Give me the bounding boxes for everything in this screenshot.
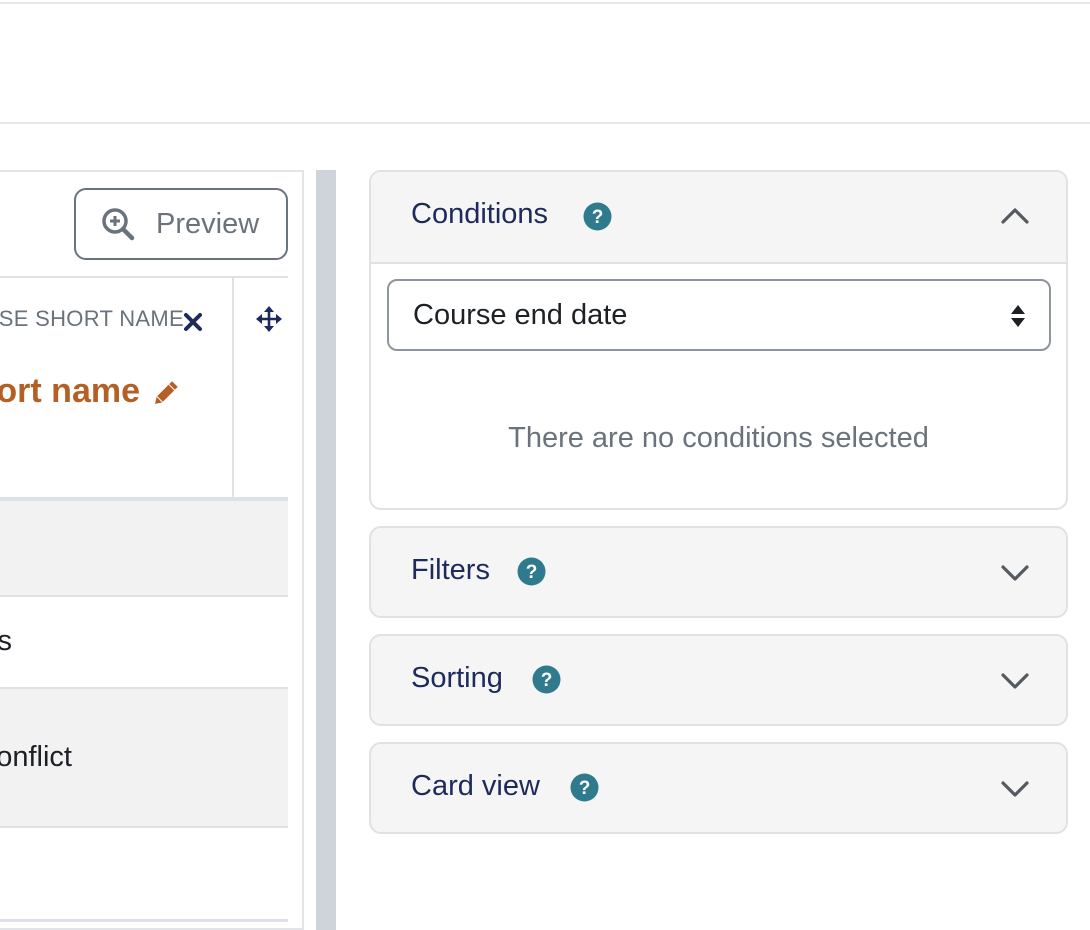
- svg-text:?: ?: [579, 778, 591, 799]
- column-header-label: COURSE SHORT NAME: [0, 306, 184, 331]
- header-separator: [0, 122, 1090, 124]
- column-divider: [232, 278, 234, 498]
- chevron-down-icon[interactable]: [1000, 670, 1030, 692]
- help-icon[interactable]: ?: [570, 773, 599, 802]
- chevron-up-icon[interactable]: [1000, 204, 1030, 226]
- chevron-down-icon[interactable]: [1000, 778, 1030, 800]
- conditions-card: Conditions ? Course end date There are n…: [369, 170, 1068, 510]
- conditions-title: Conditions: [411, 198, 549, 230]
- table-row: s: [0, 597, 288, 689]
- filters-card-header[interactable]: Filters ?: [371, 528, 1066, 616]
- move-icon[interactable]: [255, 305, 283, 333]
- no-conditions-message: There are no conditions selected: [508, 422, 929, 454]
- help-icon[interactable]: ?: [583, 202, 612, 231]
- card-view-title: Card view: [411, 770, 540, 802]
- condition-select[interactable]: Course end date: [387, 279, 1051, 351]
- svg-text:?: ?: [541, 670, 553, 691]
- filters-title: Filters: [411, 554, 490, 586]
- pencil-icon[interactable]: [150, 379, 180, 409]
- zoom-in-icon: [102, 208, 135, 241]
- filters-card[interactable]: Filters ?: [369, 526, 1068, 618]
- preview-button[interactable]: Preview: [74, 188, 288, 260]
- sorting-card[interactable]: Sorting ?: [369, 634, 1068, 726]
- svg-text:?: ?: [592, 207, 604, 228]
- table-row: [0, 501, 288, 597]
- table-row: onflict: [0, 689, 288, 828]
- sorting-card-header[interactable]: Sorting ?: [371, 636, 1066, 724]
- top-border: [0, 2, 1090, 4]
- column-name[interactable]: Course short name: [0, 372, 140, 411]
- condition-select-value: Course end date: [413, 299, 628, 331]
- table-header-top-border: [0, 276, 288, 278]
- chevron-down-icon[interactable]: [1000, 562, 1030, 584]
- close-icon[interactable]: [182, 311, 204, 333]
- help-icon[interactable]: ?: [517, 557, 546, 586]
- table-cell: onflict: [0, 741, 72, 773]
- card-view-card-header[interactable]: Card view ?: [371, 744, 1066, 832]
- select-arrows-icon: [1011, 305, 1025, 327]
- table-cell: s: [0, 625, 12, 657]
- help-icon[interactable]: ?: [532, 665, 561, 694]
- preview-button-label: Preview: [156, 207, 260, 240]
- panel-resize-divider[interactable]: [316, 170, 336, 930]
- sorting-title: Sorting: [411, 662, 503, 694]
- card-view-card[interactable]: Card view ?: [369, 742, 1068, 834]
- table-row: [0, 828, 288, 922]
- conditions-card-header[interactable]: Conditions ?: [371, 172, 1066, 264]
- svg-text:?: ?: [526, 562, 538, 583]
